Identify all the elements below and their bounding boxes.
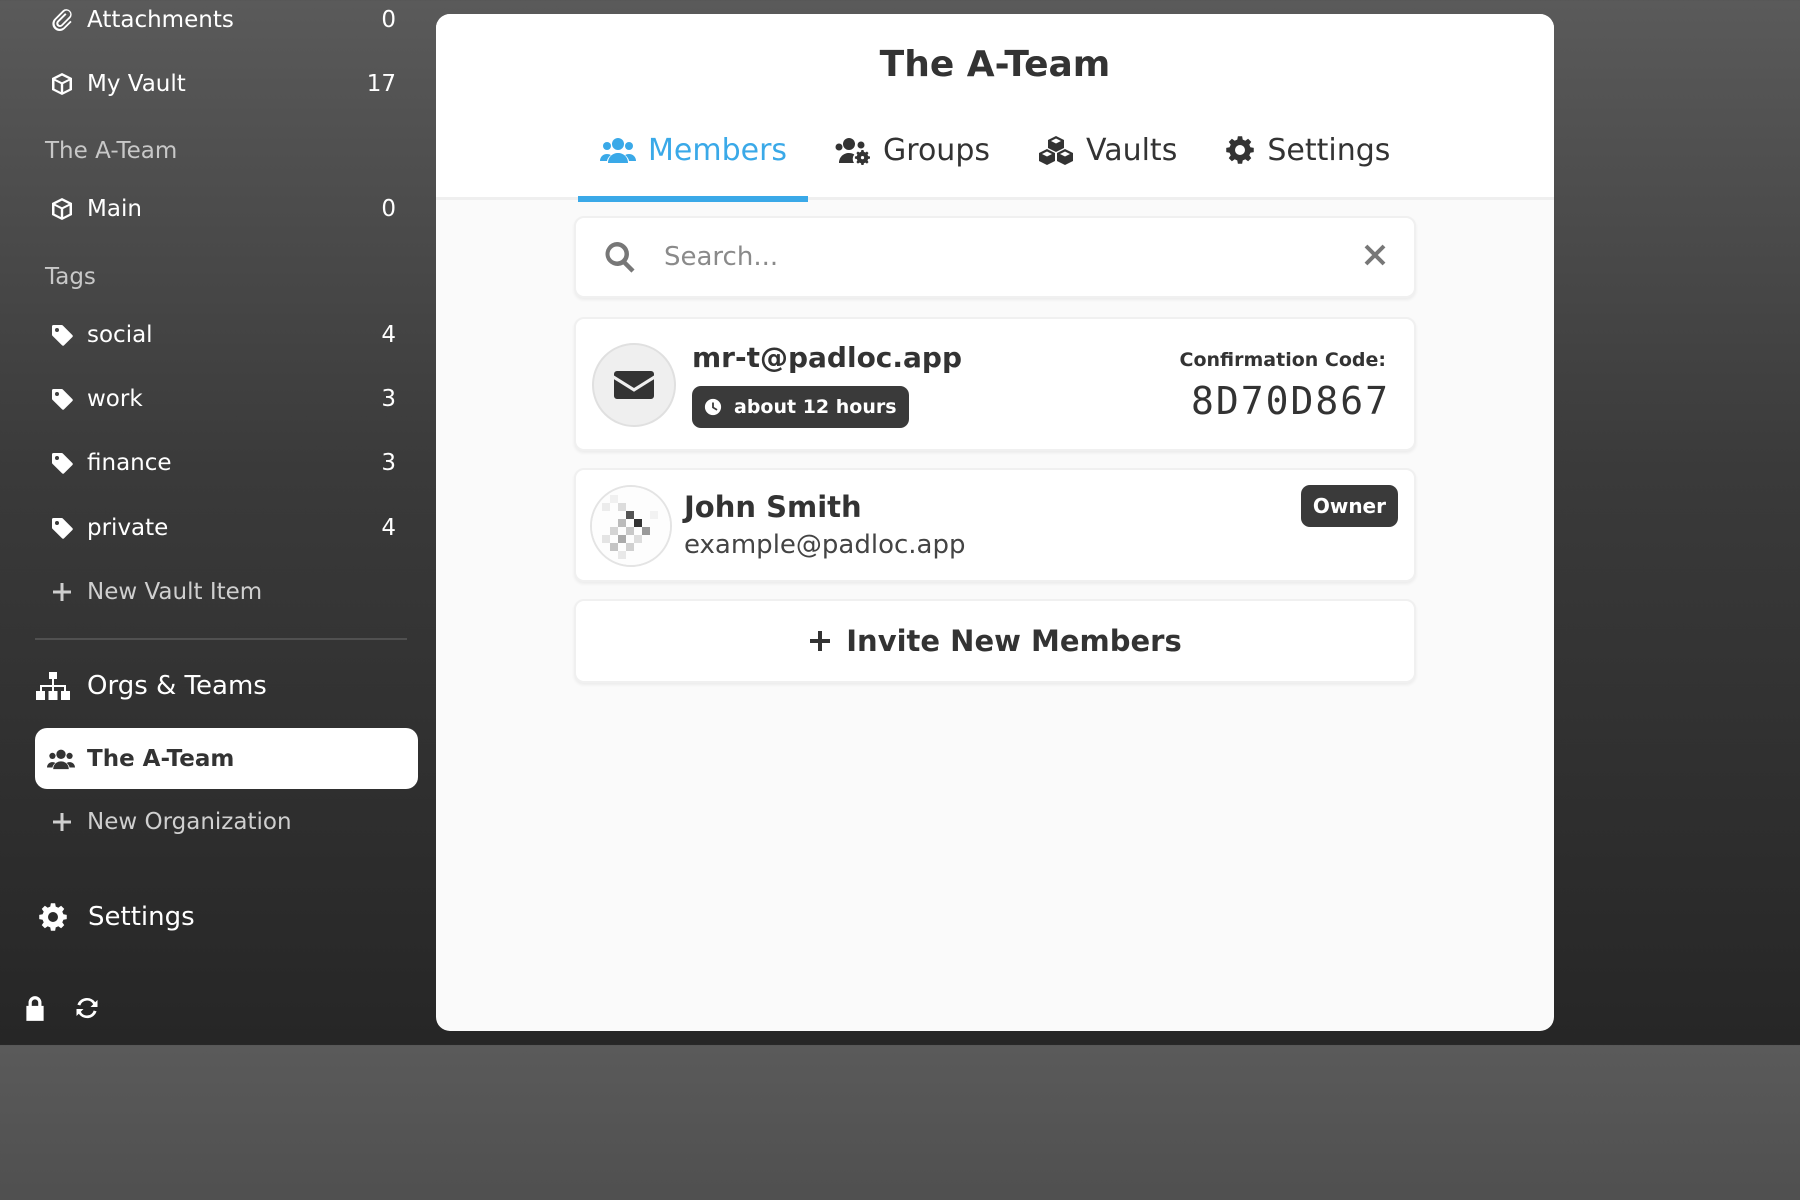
users-cog-icon <box>835 138 871 165</box>
tab-groups[interactable]: Groups <box>813 126 1012 174</box>
tab-label: Vaults <box>1086 132 1178 168</box>
pending-invite-card[interactable]: mr-t@padloc.app about 12 hours Confirmat… <box>574 317 1416 451</box>
sidebar-item-label: work <box>87 386 143 412</box>
plus-icon <box>810 631 831 651</box>
invite-button-label: Invite New Members <box>846 624 1182 658</box>
confirmation-code: 8D70D867 <box>1190 379 1390 423</box>
sidebar-org-the-a-team[interactable]: The A-Team <box>35 728 418 789</box>
active-tab-indicator <box>578 196 808 202</box>
invite-new-members-button[interactable]: Invite New Members <box>574 599 1416 683</box>
item-count: 17 <box>366 71 396 97</box>
users-icon <box>600 138 636 163</box>
orgs-teams-heading[interactable]: Orgs & Teams <box>35 671 267 701</box>
tag-icon <box>49 322 75 348</box>
clock-icon <box>704 398 722 416</box>
new-vault-item-button[interactable]: New Vault Item <box>35 562 418 622</box>
page-title: The A-Team <box>879 44 1111 85</box>
sidebar: Attachments 0 My Vault 17 The A-Team Mai… <box>0 0 436 1045</box>
tab-settings[interactable]: Settings <box>1203 126 1412 174</box>
item-count: 0 <box>381 196 396 222</box>
invite-time-label: about 12 hours <box>734 396 897 418</box>
invite-avatar <box>592 343 676 427</box>
envelope-icon <box>614 371 654 399</box>
item-count: 4 <box>381 515 396 541</box>
avatar <box>590 485 672 567</box>
tags-section-title: Tags <box>45 264 96 290</box>
tag-icon <box>49 386 75 412</box>
confirmation-code-label: Confirmation Code: <box>1179 349 1386 371</box>
new-organization-label: New Organization <box>87 809 292 835</box>
sidebar-settings[interactable]: Settings <box>35 902 195 932</box>
member-row[interactable]: John Smith example@padloc.app Owner <box>574 468 1416 582</box>
sidebar-item-label: social <box>87 322 153 348</box>
gear-icon <box>1226 136 1255 164</box>
sidebar-item-main[interactable]: Main 0 <box>35 179 418 239</box>
org-section-title: The A-Team <box>45 138 178 164</box>
tab-label: Groups <box>883 132 990 168</box>
item-count: 3 <box>381 386 396 412</box>
cube-icon <box>49 71 75 97</box>
item-count: 3 <box>381 450 396 476</box>
clear-search-button[interactable] <box>1362 242 1392 272</box>
member-name: John Smith <box>684 490 862 524</box>
paperclip-icon <box>49 7 75 33</box>
orgs-teams-label: Orgs & Teams <box>87 671 267 701</box>
sidebar-item-my-vault[interactable]: My Vault 17 <box>35 54 418 114</box>
invite-time-badge: about 12 hours <box>692 386 909 428</box>
role-badge: Owner <box>1300 485 1398 527</box>
sidebar-tag-private[interactable]: private 4 <box>35 498 418 558</box>
sidebar-footer <box>22 994 100 1022</box>
tag-icon <box>49 515 75 541</box>
sync-icon[interactable] <box>74 994 100 1022</box>
search-input[interactable] <box>664 242 1362 272</box>
search-bar <box>574 216 1416 298</box>
sidebar-item-label: finance <box>87 450 172 476</box>
tab-vaults[interactable]: Vaults <box>1016 126 1199 174</box>
sidebar-item-label: Main <box>87 196 142 222</box>
member-email: example@padloc.app <box>684 530 966 560</box>
new-vault-item-label: New Vault Item <box>87 579 263 605</box>
sitemap-icon <box>35 671 71 701</box>
cubes-icon <box>1039 136 1073 165</box>
new-organization-button[interactable]: New Organization <box>35 792 418 852</box>
tab-members[interactable]: Members <box>578 126 809 174</box>
invite-email: mr-t@padloc.app <box>692 341 963 374</box>
tag-icon <box>49 450 75 476</box>
active-org-label: The A-Team <box>87 745 235 772</box>
tab-label: Members <box>648 132 788 168</box>
plus-icon <box>49 579 75 605</box>
main-panel: The A-Team Members Groups Vaults Setting… <box>436 14 1554 1031</box>
tab-label: Settings <box>1267 132 1391 168</box>
tab-bar: Members Groups Vaults Settings <box>578 126 1416 200</box>
sidebar-item-label: Attachments <box>87 7 234 33</box>
item-count: 0 <box>381 7 396 33</box>
users-icon <box>47 748 87 770</box>
cube-icon <box>49 196 75 222</box>
plus-icon <box>49 809 75 835</box>
sidebar-tag-finance[interactable]: finance 3 <box>35 433 418 493</box>
sidebar-tag-social[interactable]: social 4 <box>35 305 418 365</box>
item-count: 4 <box>381 322 396 348</box>
gear-icon <box>38 902 68 932</box>
settings-label: Settings <box>88 902 195 932</box>
sidebar-divider <box>35 638 407 640</box>
close-icon <box>1364 244 1386 266</box>
main-header: The A-Team Members Groups Vaults Setting… <box>436 14 1554 202</box>
lock-icon[interactable] <box>22 994 48 1022</box>
sidebar-item-label: My Vault <box>87 71 186 97</box>
sidebar-item-label: private <box>87 515 169 541</box>
sidebar-item-attachments[interactable]: Attachments 0 <box>35 0 418 50</box>
search-icon <box>605 242 635 273</box>
sidebar-tag-work[interactable]: work 3 <box>35 369 418 429</box>
